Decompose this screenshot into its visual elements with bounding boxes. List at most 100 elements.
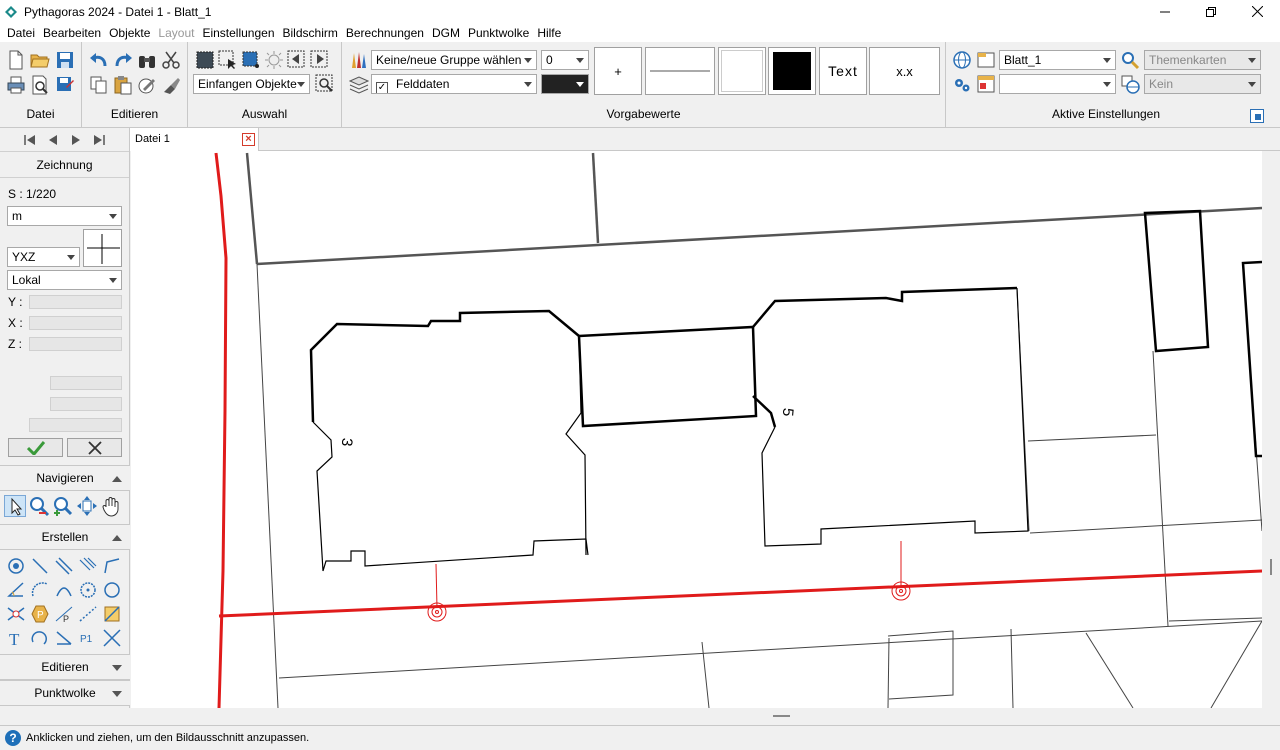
intersection-tool-icon[interactable] <box>4 602 28 626</box>
arc-tool-icon[interactable] <box>28 578 52 602</box>
text-style-swatch[interactable]: Text <box>819 47 867 95</box>
dialog-launcher-icon[interactable] <box>1250 109 1264 123</box>
layout-window-icon[interactable] <box>976 74 996 94</box>
select-next-icon[interactable] <box>310 50 330 70</box>
line-style-swatch[interactable] <box>645 47 715 95</box>
close-tab-icon[interactable]: × <box>242 133 255 146</box>
theme-map-select[interactable]: Themenkarten <box>1144 50 1261 70</box>
help-icon[interactable]: ? <box>5 730 21 746</box>
scroll-grip[interactable] <box>1270 559 1272 575</box>
axis-order-select[interactable]: YXZ <box>7 247 80 267</box>
print-icon[interactable] <box>6 75 26 95</box>
copy-icon[interactable] <box>89 75 109 95</box>
pencils-icon[interactable] <box>349 50 369 70</box>
menu-dgm[interactable]: DGM <box>428 26 464 40</box>
zoom-out-icon[interactable] <box>28 495 50 517</box>
tab-datei-1[interactable]: Datei 1 × <box>130 128 259 151</box>
polygon-point-icon[interactable]: P <box>28 602 52 626</box>
y-field[interactable] <box>29 295 122 309</box>
extra-field-3[interactable] <box>29 418 122 432</box>
section-erstellen[interactable]: Erstellen <box>0 524 130 550</box>
layer-number-select[interactable]: 0 <box>541 50 589 70</box>
select-glow-icon[interactable] <box>264 50 284 70</box>
select-previous-icon[interactable] <box>287 50 307 70</box>
fill-black-swatch[interactable] <box>768 47 816 95</box>
coordinate-system-select[interactable]: Kein <box>1144 74 1261 94</box>
save-as-icon[interactable] <box>55 75 75 95</box>
arc-three-point-icon[interactable] <box>52 578 76 602</box>
save-icon[interactable] <box>55 50 75 70</box>
extra-field-2[interactable] <box>50 397 122 411</box>
maximize-button[interactable] <box>1188 0 1234 23</box>
pan-arrows-icon[interactable] <box>76 495 98 517</box>
cancel-button[interactable] <box>67 438 122 457</box>
fill-white-swatch[interactable] <box>718 47 766 95</box>
sheet-icon[interactable] <box>976 50 996 70</box>
print-preview-icon[interactable] <box>30 75 50 95</box>
edit-properties-icon[interactable] <box>137 75 157 95</box>
point-number-icon[interactable]: P1 <box>76 626 100 650</box>
dimension-angle-icon[interactable] <box>52 626 76 650</box>
menu-bildschirm[interactable]: Bildschirm <box>279 26 342 40</box>
scroll-grip[interactable] <box>773 715 790 717</box>
layer-select[interactable]: ✓ Felddaten <box>371 74 537 94</box>
drawing-canvas[interactable]: 3 5 <box>131 151 1262 708</box>
select-window-icon[interactable] <box>218 50 238 70</box>
select-polygon-icon[interactable] <box>241 50 261 70</box>
undo-icon[interactable] <box>89 50 109 70</box>
pointer-tool-icon[interactable] <box>4 495 26 517</box>
menu-berechnungen[interactable]: Berechnungen <box>342 26 428 40</box>
vertical-scrollbar[interactable] <box>1262 151 1280 725</box>
last-sheet-icon[interactable] <box>93 134 106 146</box>
paste-icon[interactable] <box>113 75 133 95</box>
line-tool-icon[interactable] <box>28 554 52 578</box>
next-sheet-icon[interactable] <box>70 134 82 146</box>
menu-bearbeiten[interactable]: Bearbeiten <box>39 26 105 40</box>
coordinate-system-local-select[interactable]: Lokal <box>7 270 122 290</box>
section-navigieren[interactable]: Navigieren <box>0 465 130 491</box>
find-binoculars-icon[interactable] <box>137 50 157 70</box>
dimension-arc-icon[interactable] <box>28 626 52 650</box>
grid-point-tool-icon[interactable] <box>100 602 124 626</box>
unit-select[interactable]: m <box>7 206 122 226</box>
point-on-line-icon[interactable]: P <box>52 602 76 626</box>
section-punktwolke[interactable]: Punktwolke <box>0 680 130 706</box>
confirm-button[interactable] <box>8 438 63 457</box>
cross-tool-icon[interactable] <box>100 626 124 650</box>
cut-scissors-icon[interactable] <box>161 50 181 70</box>
globe-icon[interactable] <box>952 50 972 70</box>
point-symbol-swatch[interactable]: + <box>594 47 642 95</box>
first-sheet-icon[interactable] <box>23 134 36 146</box>
close-button[interactable] <box>1234 0 1280 23</box>
section-editieren[interactable]: Editieren <box>0 654 130 680</box>
multi-line-tool-icon[interactable] <box>76 554 100 578</box>
color-select[interactable] <box>541 74 589 94</box>
circle-tool-icon[interactable] <box>76 578 100 602</box>
circle-tangent-icon[interactable] <box>100 578 124 602</box>
menu-datei[interactable]: Datei <box>3 26 39 40</box>
minimize-button[interactable] <box>1142 0 1188 23</box>
coordinate-system-icon[interactable] <box>1120 74 1140 94</box>
eraser-brush-icon[interactable] <box>161 75 181 95</box>
layers-icon[interactable] <box>349 74 369 94</box>
theme-map-search-icon[interactable] <box>1120 50 1140 70</box>
settings-gears-icon[interactable] <box>952 74 972 94</box>
point-tool-icon[interactable] <box>4 554 28 578</box>
zoom-select-icon[interactable] <box>315 74 335 94</box>
cad-drawing[interactable]: 3 5 <box>131 151 1262 708</box>
polyline-tool-icon[interactable] <box>100 554 124 578</box>
select-all-icon[interactable] <box>195 50 215 70</box>
second-select[interactable] <box>999 74 1116 94</box>
new-file-icon[interactable] <box>6 50 26 70</box>
angle-tool-icon[interactable] <box>4 578 28 602</box>
x-field[interactable] <box>29 316 122 330</box>
sheet-select[interactable]: Blatt_1 <box>999 50 1116 70</box>
previous-sheet-icon[interactable] <box>47 134 59 146</box>
menu-objekte[interactable]: Objekte <box>105 26 154 40</box>
open-folder-icon[interactable] <box>30 50 50 70</box>
horizontal-scrollbar[interactable] <box>131 708 1262 725</box>
group-select[interactable]: Keine/neue Gruppe wählen <box>371 50 537 70</box>
redo-icon[interactable] <box>113 50 133 70</box>
parallel-line-tool-icon[interactable] <box>52 554 76 578</box>
zoom-in-icon[interactable] <box>52 495 74 517</box>
